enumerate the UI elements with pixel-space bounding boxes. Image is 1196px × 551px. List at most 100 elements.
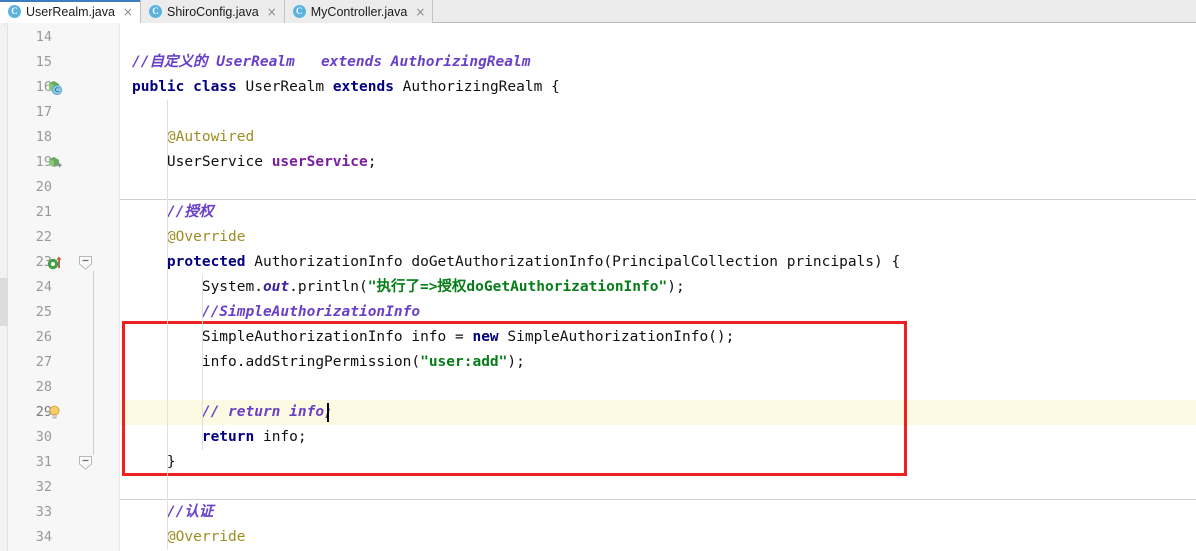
code-line[interactable]: protected AuthorizationInfo doGetAuthori…: [132, 250, 900, 275]
indent-guide: [166, 100, 168, 550]
fold-region-connector: [93, 271, 94, 455]
gutter-row[interactable]: 15: [8, 50, 120, 75]
code-line[interactable]: @Override: [132, 225, 246, 250]
gutter-row[interactable]: 18: [8, 125, 120, 150]
code-token-cmt: // return info;: [132, 404, 333, 420]
text-caret: [327, 403, 330, 422]
line-number: 15: [35, 54, 52, 70]
editor-tab-shiroconfig-java[interactable]: C ShiroConfig.java ×: [140, 0, 285, 23]
method-separator-line: [120, 499, 1196, 500]
code-line[interactable]: //自定义的 UserRealm extends AuthorizingReal…: [132, 50, 530, 75]
gutter-row[interactable]: 32: [8, 475, 120, 500]
line-number: 18: [35, 129, 52, 145]
line-number: 25: [35, 304, 52, 320]
fold-collapse-icon[interactable]: [78, 255, 93, 271]
code-token-kw: public: [132, 79, 185, 95]
implementing-method-icon[interactable]: [46, 254, 63, 271]
gutter-row[interactable]: 29: [8, 400, 120, 425]
editor-gutter[interactable]: 14 15 16 C 17 18 19 20 21 22 23 24 25 26 27 28 29 30 31 32 3…: [8, 23, 120, 551]
code-token-cmt: //授权: [132, 204, 214, 220]
fold-collapse-icon[interactable]: [78, 455, 93, 471]
code-token-cmt: //SimpleAuthorizationInfo: [132, 304, 421, 320]
close-icon[interactable]: ×: [267, 6, 277, 18]
gutter-row[interactable]: 34: [8, 525, 120, 550]
code-token-plain: );: [667, 279, 685, 295]
gutter-row[interactable]: 28: [8, 375, 120, 400]
tab-bar-empty-area: [433, 0, 1196, 22]
editor-tab-label: UserRealm.java: [26, 4, 115, 19]
line-number: 26: [35, 329, 52, 345]
code-token-plain: AuthorizationInfo doGetAuthorizationInfo…: [245, 254, 901, 270]
gutter-row[interactable]: 33: [8, 500, 120, 525]
java-class-icon: C: [292, 5, 306, 18]
gutter-row[interactable]: 20: [8, 175, 120, 200]
code-token-str: "user:add": [420, 354, 508, 370]
gutter-row[interactable]: 22: [8, 225, 120, 250]
code-line[interactable]: //SimpleAuthorizationInfo: [132, 300, 420, 325]
line-number: 32: [35, 479, 52, 495]
code-line[interactable]: public class UserRealm extends Authorizi…: [132, 75, 560, 100]
svg-text:C: C: [55, 86, 60, 94]
code-line[interactable]: info.addStringPermission("user:add");: [132, 350, 525, 375]
code-token-plain: System.: [132, 279, 263, 295]
code-line[interactable]: return info;: [132, 425, 307, 450]
code-token-plain: ;: [367, 154, 377, 170]
line-number: 33: [35, 504, 52, 520]
gutter-row[interactable]: 27: [8, 350, 120, 375]
code-token-ann: @Override: [132, 229, 246, 245]
ide-window: C UserRealm.java × C ShiroConfig.java × C MyCon…: [0, 0, 1196, 551]
code-line[interactable]: SimpleAuthorizationInfo info = new Simpl…: [132, 325, 735, 350]
code-line[interactable]: }: [132, 450, 176, 475]
close-icon[interactable]: ×: [123, 6, 133, 18]
line-number: 30: [35, 429, 52, 445]
line-number: 22: [35, 229, 52, 245]
gutter-row[interactable]: 16 C: [8, 75, 120, 100]
gutter-row[interactable]: 21: [8, 200, 120, 225]
gutter-row[interactable]: 14: [8, 25, 120, 50]
code-line[interactable]: //授权: [132, 200, 213, 225]
editor-tab-mycontroller-java[interactable]: C MyController.java ×: [284, 0, 434, 23]
editor-left-marker-strip[interactable]: .js: [0, 23, 8, 551]
code-line[interactable]: System.out.println("执行了=>授权doGetAuthoriz…: [132, 275, 685, 300]
gutter-row[interactable]: 17: [8, 100, 120, 125]
gutter-row[interactable]: 31: [8, 450, 120, 475]
close-icon[interactable]: ×: [415, 6, 425, 18]
code-token-kw: class: [193, 79, 237, 95]
code-token-cmt: //自定义的 UserRealm extends AuthorizingReal…: [132, 54, 531, 70]
editor-tab-userrealm-java[interactable]: C UserRealm.java ×: [0, 0, 141, 23]
code-token-plain: UserService: [132, 154, 272, 170]
line-number: 28: [35, 379, 52, 395]
overriding-method-icon[interactable]: [46, 154, 63, 171]
code-token-kw: extends: [332, 79, 394, 95]
code-token-plain: .println(: [289, 279, 368, 295]
class-marker-icon[interactable]: C: [46, 79, 63, 96]
code-token-plain: info;: [254, 429, 307, 445]
gutter-row[interactable]: 24: [8, 275, 120, 300]
gutter-row[interactable]: 25: [8, 300, 120, 325]
gutter-row[interactable]: 19: [8, 150, 120, 175]
code-line[interactable]: @Override: [132, 525, 246, 550]
code-token-ann: @Autowired: [132, 129, 255, 145]
code-token-plain: info.addStringPermission(: [132, 354, 421, 370]
code-token-ann: @Override: [132, 529, 246, 545]
code-editor[interactable]: .js 14 15 16C 17 18 19 20 21 22 23 24 25 26 27 28 29 30 3…: [0, 23, 1196, 551]
code-surface[interactable]: //自定义的 UserRealm extends AuthorizingReal…: [120, 23, 1196, 551]
code-line[interactable]: UserService userService;: [132, 150, 377, 175]
line-number: 31: [35, 454, 52, 470]
indent-guide: [201, 275, 203, 450]
lightbulb-icon[interactable]: [46, 404, 63, 421]
code-line[interactable]: //认证: [132, 500, 213, 525]
gutter-row[interactable]: 26: [8, 325, 120, 350]
line-number: 21: [35, 204, 52, 220]
code-token-cmt: //认证: [132, 504, 214, 520]
code-token-plain: SimpleAuthorizationInfo info =: [132, 329, 473, 345]
editor-tab-label: MyController.java: [310, 4, 408, 19]
code-line[interactable]: @Autowired: [132, 125, 254, 150]
gutter-row[interactable]: 30: [8, 425, 120, 450]
gutter-row[interactable]: 23: [8, 250, 120, 275]
code-line[interactable]: // return info;: [132, 400, 333, 425]
left-strip-thumb[interactable]: [0, 278, 8, 326]
code-token-fld: userService: [271, 154, 368, 170]
editor-tab-bar: C UserRealm.java × C ShiroConfig.java × C MyCon…: [0, 0, 1196, 23]
